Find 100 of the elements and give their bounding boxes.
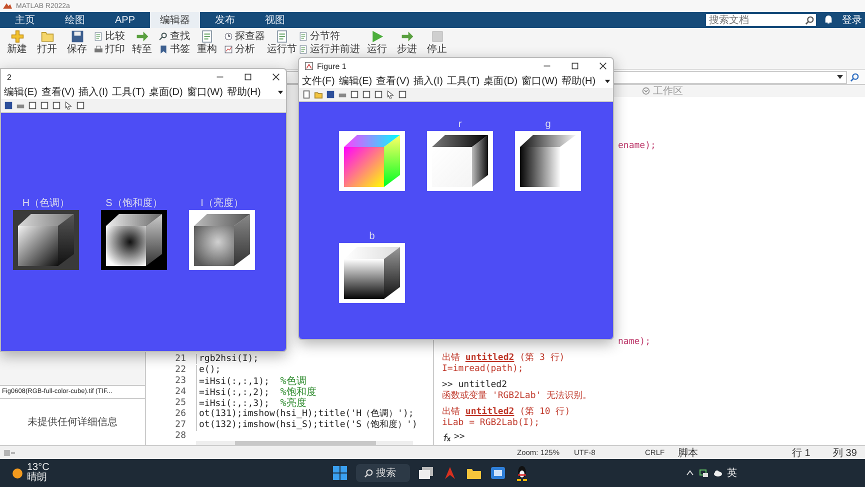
close-icon[interactable]	[272, 73, 280, 81]
line-number: 24	[174, 386, 186, 396]
document-app-icon[interactable]	[442, 465, 458, 481]
app-window-icon[interactable]	[490, 465, 506, 481]
pointer-icon[interactable]	[386, 90, 395, 99]
toolstrip-button[interactable]: 新建	[4, 30, 30, 55]
function-icon[interactable]	[442, 432, 451, 442]
plus-icon	[10, 30, 24, 43]
toolstrip-button[interactable]: 书签	[159, 43, 190, 55]
toolstrip-button[interactable]: 分节符	[299, 30, 360, 42]
error-message: 出错 untitled2 (第 10 行)	[442, 407, 572, 418]
toolstrip-button[interactable]: 探查器	[224, 30, 265, 42]
menu-item[interactable]: 编辑(E)	[338, 74, 372, 88]
taskbar-search[interactable]: 搜索	[356, 464, 410, 482]
menu-item[interactable]: 插入(I)	[413, 74, 443, 88]
document-icon[interactable]	[302, 90, 311, 99]
ribbon-tab[interactable]: 视图	[250, 12, 300, 28]
menu-item[interactable]: 编辑(E)	[4, 85, 38, 99]
toolstrip-button[interactable]: 重构	[194, 30, 220, 55]
ribbon-tab[interactable]: 主页	[0, 12, 50, 28]
line-number: 21	[174, 354, 186, 364]
error-message: 出错 untitled2 (第 3 行)	[442, 353, 566, 364]
axes-title: H（色调）	[22, 198, 70, 210]
windows-stack-icon[interactable]	[418, 465, 434, 481]
error-message: I=imread(path);	[442, 364, 524, 375]
menu-item[interactable]: 窗口(W)	[522, 74, 558, 88]
bookmark-icon	[159, 44, 168, 54]
cloud-icon[interactable]	[713, 468, 723, 478]
toolstrip-button[interactable]: 停止	[424, 30, 450, 55]
dropdown-icon	[837, 75, 843, 79]
menu-item[interactable]: 文件(F)	[302, 74, 335, 88]
search-field[interactable]: 搜索文档	[706, 14, 816, 26]
code-line: =iHsi(:,:,2); %饱和度	[196, 384, 316, 398]
collapse-icon[interactable]	[642, 87, 650, 95]
toolstrip-button[interactable]: 查找	[159, 30, 190, 42]
save-icon[interactable]	[4, 101, 13, 110]
details-text: 未提供任何详细信息	[28, 416, 118, 429]
menu-item[interactable]: 工具(T)	[446, 74, 480, 88]
window-icon[interactable]	[76, 101, 85, 110]
toolstrip-button[interactable]: 保存	[64, 30, 90, 55]
menu-item[interactable]: 桌面(D)	[484, 74, 518, 88]
toolstrip-button[interactable]: 分析	[224, 43, 265, 55]
dropdown-icon[interactable]	[278, 90, 283, 94]
network-icon[interactable]	[699, 468, 709, 478]
line-number: 25	[174, 398, 186, 408]
menu-item[interactable]: 查看(V)	[41, 85, 75, 99]
menu-item[interactable]: 帮助(H)	[562, 74, 596, 88]
error-link[interactable]: untitled2	[465, 407, 514, 417]
chart-icon	[224, 44, 233, 54]
line-number: 26	[174, 408, 186, 418]
toolstrip-button[interactable]: 打印	[94, 43, 125, 55]
line-number: 22	[174, 364, 186, 374]
bell-icon[interactable]	[824, 15, 833, 24]
menu-item[interactable]: 工具(T)	[112, 85, 145, 99]
error-message: 函数或变量 'RGB2Lab' 无法识别。	[442, 391, 593, 402]
toolstrip-button[interactable]: 打开	[34, 30, 60, 55]
status-text: 行 1	[792, 446, 812, 460]
scrollbar[interactable]	[196, 441, 413, 445]
search-icon[interactable]	[850, 72, 859, 82]
logo-icon	[3, 2, 12, 10]
folder-icon	[40, 30, 54, 43]
window-title: 2	[7, 72, 12, 82]
save-icon[interactable]	[326, 90, 335, 99]
command-prompt[interactable]: >>	[454, 432, 465, 442]
close-icon[interactable]	[599, 62, 607, 70]
pointer-icon[interactable]	[64, 101, 73, 110]
ribbon-tab[interactable]: 发布	[200, 12, 250, 28]
window-icon[interactable]	[398, 90, 407, 99]
toolstrip-button[interactable]: 步进	[394, 30, 420, 55]
input-method-indicator[interactable]: 英	[727, 466, 737, 480]
toolstrip-button[interactable]: 转至	[129, 30, 155, 55]
line-number: 28	[174, 430, 186, 440]
ribbon-tab[interactable]: APP	[100, 12, 150, 28]
code-line: =iHsi(:,:,1); %色调	[196, 374, 306, 388]
ribbon-tab[interactable]: 编辑器	[150, 12, 200, 28]
axes-title: g	[545, 119, 551, 131]
error-link[interactable]: untitled2	[465, 353, 514, 363]
window-title: Figure 1	[317, 62, 346, 70]
status-icon	[4, 450, 16, 456]
menu-item[interactable]: 查看(V)	[376, 74, 410, 88]
toolstrip-button[interactable]: 比较	[94, 30, 125, 42]
maximize-icon[interactable]	[571, 62, 579, 70]
toolstrip-button[interactable]: 运行	[364, 30, 390, 55]
menu-item[interactable]: 窗口(W)	[186, 85, 223, 99]
windows-logo-icon[interactable]	[332, 465, 348, 481]
menu-item[interactable]: 插入(I)	[78, 85, 108, 99]
sun-icon[interactable]	[12, 468, 23, 478]
chevron-icon[interactable]	[685, 468, 695, 478]
menu-item[interactable]: 桌面(D)	[148, 85, 183, 99]
weather-text: 晴朗	[27, 473, 48, 483]
code-line: e();	[196, 364, 221, 374]
ribbon-tab[interactable]: 绘图	[50, 12, 100, 28]
toolstrip-button[interactable]: 运行节	[269, 30, 295, 55]
toolstrip-button[interactable]: 运行并前进	[299, 43, 360, 55]
menu-item[interactable]: 帮助(H)	[226, 85, 261, 99]
search-icon	[364, 468, 373, 478]
maximize-icon[interactable]	[244, 73, 252, 81]
penguin-icon[interactable]	[514, 465, 530, 481]
search-icon	[805, 16, 814, 24]
sign-in-button[interactable]: 登录	[839, 12, 865, 28]
